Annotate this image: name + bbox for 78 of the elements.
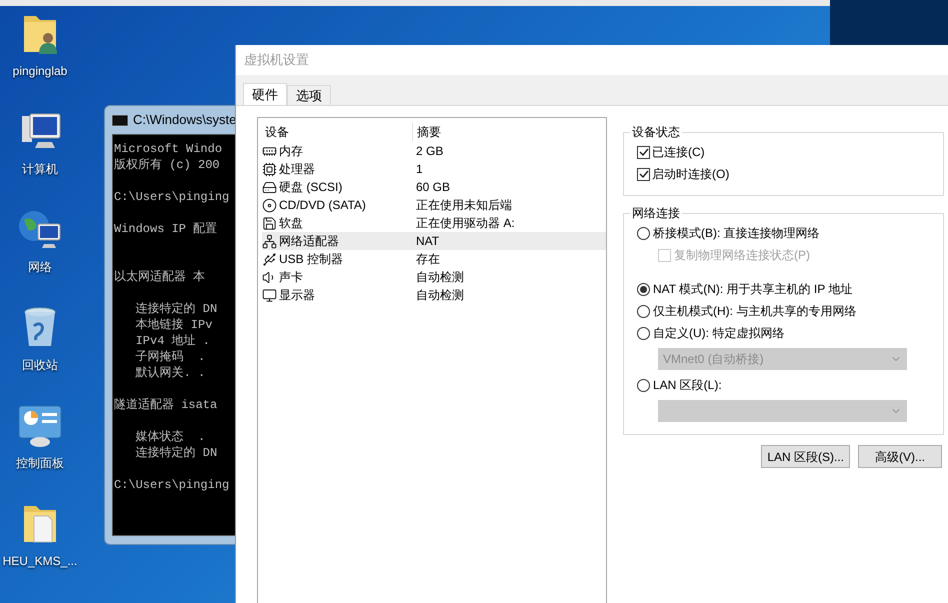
radio-button[interactable] xyxy=(637,378,650,392)
radio-label[interactable]: 仅主机模式(H): 与主机共享的专用网络 xyxy=(653,302,856,320)
device-name: 硬盘 (SCSI) xyxy=(279,179,342,196)
hard-drive-icon xyxy=(262,180,277,194)
tab[interactable]: 选项 xyxy=(287,85,331,105)
console-line: 媒体状态 . xyxy=(134,430,206,444)
device-row[interactable]: 声卡 自动检测 xyxy=(262,268,606,286)
checkbox[interactable] xyxy=(637,168,650,180)
device-name: USB 控制器 xyxy=(279,251,344,268)
checkbox-label[interactable]: 启动时连接(O) xyxy=(652,165,730,183)
checkbox-label[interactable]: 已连接(C) xyxy=(652,143,705,161)
device-summary: 1 xyxy=(416,161,423,178)
console-line: 子网掩码 . xyxy=(134,350,206,364)
device-name: 处理器 xyxy=(279,161,315,178)
device-row[interactable]: 硬盘 (SCSI) 60 GB xyxy=(262,178,606,196)
network-icon xyxy=(262,234,277,248)
tab[interactable]: 硬件 xyxy=(243,83,287,105)
device-name: 网络适配器 xyxy=(279,233,339,250)
device-summary: 正在使用未知后端 xyxy=(416,197,512,214)
console-line: 连接特定的 DN xyxy=(134,446,218,460)
radio-button[interactable] xyxy=(637,326,650,340)
desktop-icon-label[interactable]: 网络 xyxy=(28,258,52,276)
device-name: 内存 xyxy=(279,143,303,160)
device-name: 声卡 xyxy=(279,269,303,286)
column-header: 摘要 xyxy=(412,123,441,141)
console-line: C:\Users\pinging xyxy=(114,190,230,204)
group-title: 网络连接 xyxy=(631,205,681,222)
desktop-icon-label[interactable]: pinginglab xyxy=(12,62,68,80)
device-summary: 2 GB xyxy=(416,143,444,160)
console-line: 默认网关. . xyxy=(134,366,206,380)
device-row[interactable]: USB 控制器 存在 xyxy=(262,250,606,268)
console-line: Windows IP 配置 xyxy=(114,222,218,236)
column-header: 设备 xyxy=(264,124,290,141)
device-summary: 正在使用驱动器 A: xyxy=(416,215,515,232)
device-row[interactable]: 网络适配器 NAT xyxy=(262,232,606,250)
device-summary: 60 GB xyxy=(416,179,450,196)
device-summary: 自动检测 xyxy=(416,287,464,304)
dialog-button[interactable]: LAN 区段(S)... xyxy=(761,445,850,468)
device-row[interactable]: 软盘 正在使用驱动器 A: xyxy=(262,214,606,232)
device-summary: 自动检测 xyxy=(416,269,464,286)
radio-label[interactable]: LAN 区段(L): xyxy=(653,376,722,394)
console-line: 隧道适配器 isata xyxy=(114,398,218,412)
desktop-icon-label[interactable]: 回收站 xyxy=(22,356,58,374)
radio-button[interactable] xyxy=(637,282,650,296)
device-summary: NAT xyxy=(416,233,440,250)
disc-icon xyxy=(262,198,277,212)
device-name: 显示器 xyxy=(279,287,315,304)
console-line: 本地链接 IPv xyxy=(134,318,212,332)
radio-label[interactable]: 自定义(U): 特定虚拟网络 xyxy=(653,324,784,342)
console-line: 连接特定的 DN xyxy=(134,302,218,316)
console-line: Microsoft Windo xyxy=(114,142,222,156)
console-icon xyxy=(112,114,128,126)
window-title: C:\Windows\syste xyxy=(133,111,236,130)
device-row[interactable]: 显示器 自动检测 xyxy=(262,286,606,304)
usb-icon xyxy=(262,252,277,266)
device-name: CD/DVD (SATA) xyxy=(279,197,366,214)
radio-label[interactable]: NAT 模式(N): 用于共享主机的 IP 地址 xyxy=(653,280,852,298)
radio-label[interactable]: 桥接模式(B): 直接连接物理网络 xyxy=(653,224,820,242)
console-line: 以太网适配器 本 xyxy=(114,270,206,284)
group-title: 设备状态 xyxy=(631,124,681,141)
device-row[interactable]: 内存 2 GB xyxy=(262,142,606,160)
dialog-button[interactable]: 高级(V)... xyxy=(858,445,942,468)
desktop-icon-label[interactable]: 控制面板 xyxy=(16,454,64,472)
desktop-icon-label[interactable]: HEU_KMS_... xyxy=(2,552,78,570)
console-line: C:\Users\pinging xyxy=(114,478,230,492)
device-summary: 存在 xyxy=(416,251,440,268)
monitor-icon xyxy=(262,288,277,302)
device-row[interactable]: 处理器 1 xyxy=(262,160,606,178)
checkbox[interactable] xyxy=(637,146,650,158)
console-line: 版权所有 (c) 200 xyxy=(114,158,220,172)
device-row[interactable]: CD/DVD (SATA) 正在使用未知后端 xyxy=(262,196,606,214)
window-title: 虚拟机设置 xyxy=(244,51,309,70)
chip-icon xyxy=(262,162,277,176)
device-name: 软盘 xyxy=(279,215,303,232)
radio-button[interactable] xyxy=(637,304,650,318)
console-line: IPv4 地址 . xyxy=(134,334,210,348)
desktop-icon-label[interactable]: 计算机 xyxy=(22,160,58,178)
radio-button[interactable] xyxy=(637,226,650,240)
